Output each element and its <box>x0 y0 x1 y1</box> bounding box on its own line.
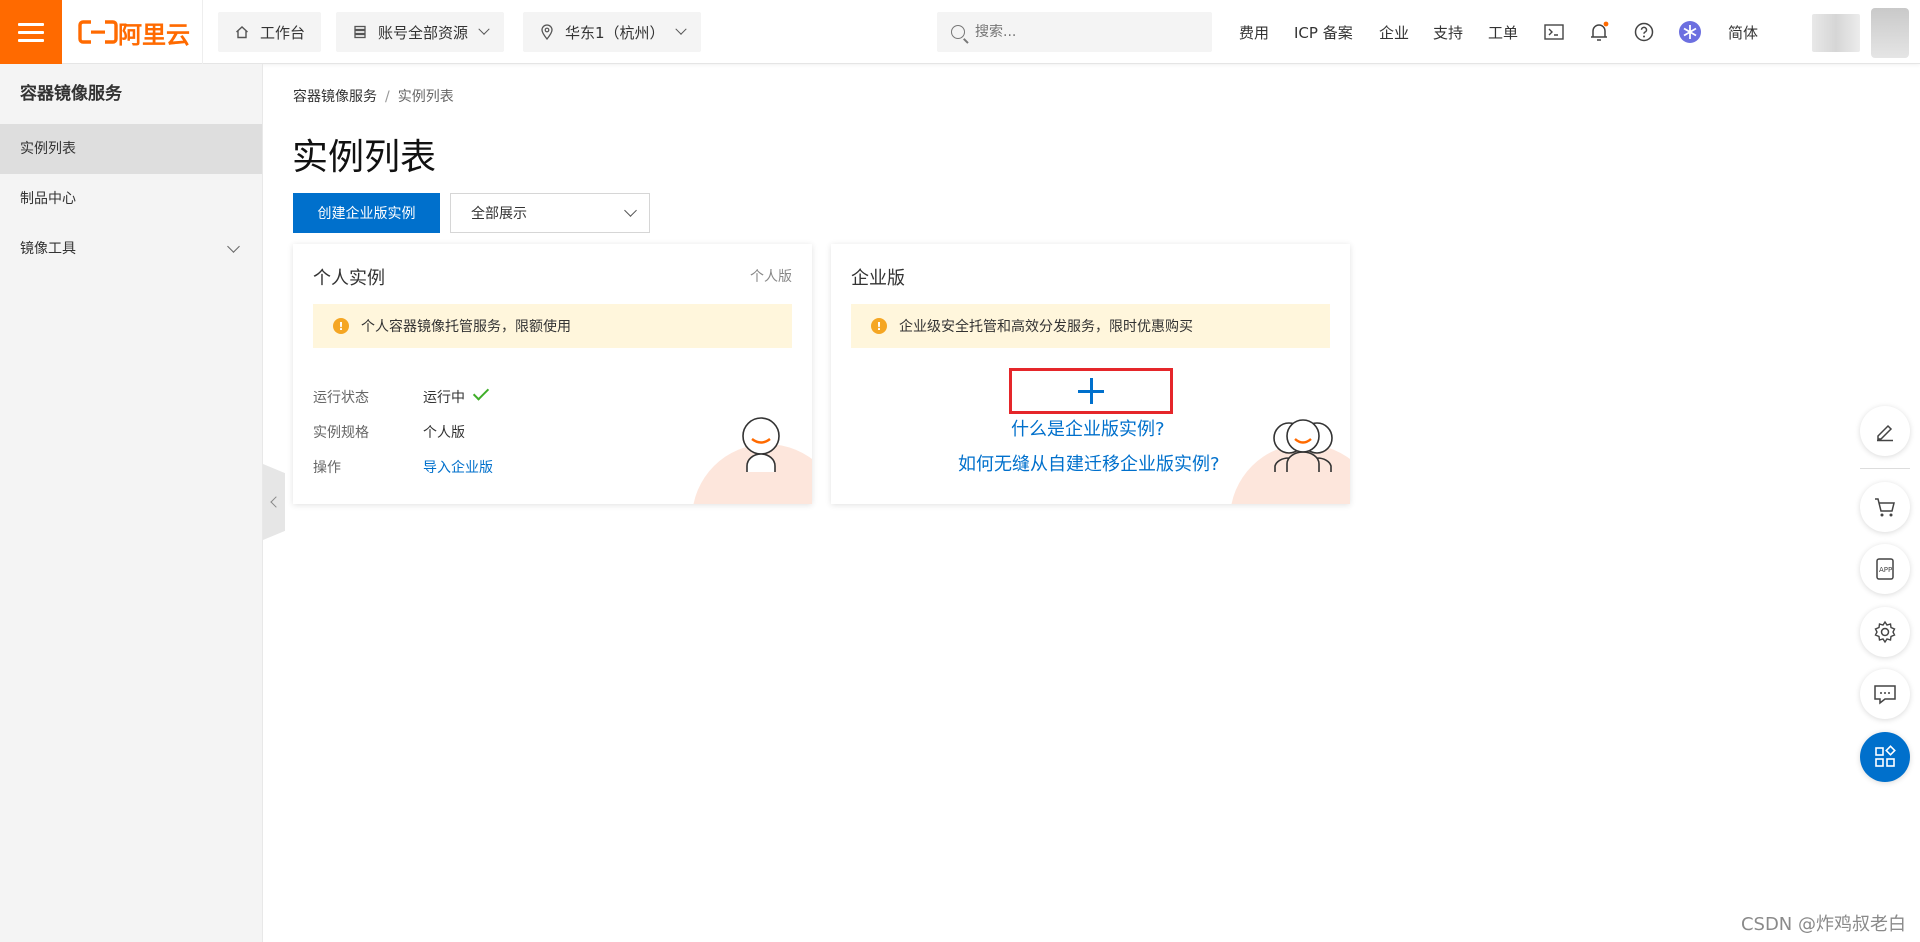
chevron-down-icon <box>227 240 240 253</box>
import-enterprise-link[interactable]: 导入企业版 <box>423 460 493 476</box>
display-filter-value: 全部展示 <box>471 206 527 222</box>
chevron-left-icon <box>270 496 282 508</box>
notice-text: 企业级安全托管和高效分发服务，限时优惠购买 <box>899 319 1193 335</box>
sidebar-item-label: 镜像工具 <box>20 241 76 257</box>
breadcrumb-separator: / <box>385 89 390 105</box>
notice-banner: ! 企业级安全托管和高效分发服务，限时优惠购买 <box>851 304 1330 348</box>
sidebar-item-image-tools[interactable]: 镜像工具 <box>0 224 262 274</box>
card-title: 个人实例 <box>313 268 385 289</box>
chevron-down-icon <box>624 204 637 217</box>
app-circle-icon[interactable] <box>1678 20 1702 44</box>
aliyun-logo-icon <box>78 20 118 44</box>
card-tag: 个人版 <box>750 269 792 285</box>
migrate-enterprise-link[interactable]: 如何无缝从自建迁移企业版实例? <box>958 450 1220 476</box>
bell-icon[interactable] <box>1587 20 1611 44</box>
link-support[interactable]: 支持 <box>1433 22 1463 43</box>
pen-icon <box>1877 424 1893 442</box>
logo-text: 阿里云 <box>118 20 190 49</box>
personal-instance-card[interactable]: 个人实例 个人版 ! 个人容器镜像托管服务，限额使用 运行状态 运行中 实例规格 个… <box>293 244 812 504</box>
avatar[interactable] <box>1871 8 1909 58</box>
watermark: CSDN @炸鸡叔老白 <box>1740 914 1906 935</box>
chevron-down-icon <box>478 23 490 35</box>
account-name-blurred[interactable] <box>1812 14 1860 52</box>
person-icon <box>742 417 780 472</box>
warning-icon: ! <box>333 318 349 334</box>
status-value: 运行中 <box>423 390 465 406</box>
action-key: 操作 <box>313 460 341 476</box>
sidebar-item-instances[interactable]: 实例列表 <box>0 124 262 174</box>
resources-label: 账号全部资源 <box>378 23 469 42</box>
breadcrumb-current: 实例列表 <box>397 89 454 105</box>
spec-row: 实例规格 个人版 <box>313 422 465 442</box>
status-key: 运行状态 <box>313 390 369 406</box>
page-title: 实例列表 <box>292 137 437 178</box>
edit-float-button[interactable] <box>1860 406 1910 456</box>
action-row: 操作 导入企业版 <box>313 457 493 477</box>
breadcrumb-root[interactable]: 容器镜像服务 <box>293 89 377 105</box>
grid-apps-icon <box>1875 745 1896 767</box>
header-divider <box>202 0 203 64</box>
feedback-float-button[interactable] <box>1860 669 1910 719</box>
search-icon <box>951 25 965 39</box>
svg-text:APP: APP <box>1879 566 1892 574</box>
float-divider <box>1860 468 1910 469</box>
group-people-icon <box>1273 419 1333 472</box>
spec-key: 实例规格 <box>313 425 369 441</box>
top-bar: 阿里云 工作台 账号全部资源 华东1（杭州） 费用 ICP 备案 企业 支持 工… <box>0 0 1920 64</box>
resources-dropdown[interactable]: 账号全部资源 <box>336 12 505 52</box>
link-billing[interactable]: 费用 <box>1239 22 1269 43</box>
plus-icon <box>1078 378 1104 404</box>
sidebar-item-label: 制品中心 <box>20 191 76 207</box>
link-ticket[interactable]: 工单 <box>1488 22 1518 43</box>
sidebar-item-label: 实例列表 <box>20 141 76 157</box>
notice-banner: ! 个人容器镜像托管服务，限额使用 <box>313 304 792 348</box>
search-input[interactable] <box>975 24 1175 40</box>
warning-icon: ! <box>871 318 887 334</box>
sidebar-item-artifact-center[interactable]: 制品中心 <box>0 174 262 224</box>
cart-icon <box>1875 498 1895 517</box>
location-pin-icon <box>539 24 555 40</box>
region-label: 华东1（杭州） <box>565 23 665 42</box>
search-box[interactable] <box>937 12 1212 52</box>
settings-float-button[interactable] <box>1860 607 1910 657</box>
gear-icon <box>1874 620 1896 644</box>
more-tools-float-button[interactable] <box>1860 732 1910 782</box>
hamburger-icon <box>18 18 44 47</box>
what-is-enterprise-link[interactable]: 什么是企业版实例? <box>1011 415 1165 441</box>
chat-icon <box>1874 685 1896 705</box>
aliyun-logo[interactable]: 阿里云 <box>78 14 190 50</box>
status-row: 运行状态 运行中 <box>313 384 490 407</box>
create-enterprise-instance-button[interactable]: 创建企业版实例 <box>293 193 440 233</box>
database-icon <box>352 24 368 40</box>
app-download-icon: APP <box>1876 558 1894 580</box>
region-dropdown[interactable]: 华东1（杭州） <box>523 12 701 52</box>
sidebar-title: 容器镜像服务 <box>20 84 122 104</box>
sidebar-collapse-handle[interactable] <box>263 464 285 540</box>
chevron-down-icon <box>674 23 687 35</box>
display-filter-select[interactable]: 全部展示 <box>450 193 650 233</box>
menu-button[interactable] <box>0 0 62 64</box>
breadcrumb: 容器镜像服务 / 实例列表 <box>293 86 454 106</box>
check-icon <box>472 384 490 401</box>
link-icp[interactable]: ICP 备案 <box>1294 22 1353 43</box>
terminal-icon[interactable] <box>1542 20 1566 44</box>
workbench-button[interactable]: 工作台 <box>218 12 322 52</box>
language-switch[interactable]: 简体 <box>1728 22 1758 43</box>
card-title: 企业版 <box>851 268 905 289</box>
home-icon <box>234 24 250 40</box>
sidebar: 容器镜像服务 实例列表 制品中心 镜像工具 <box>0 64 263 942</box>
workbench-label: 工作台 <box>260 23 306 42</box>
add-enterprise-instance-button[interactable] <box>1009 368 1173 414</box>
help-icon[interactable] <box>1632 20 1656 44</box>
link-enterprise[interactable]: 企业 <box>1379 22 1409 43</box>
app-float-button[interactable]: APP <box>1860 544 1910 594</box>
spec-value: 个人版 <box>423 425 465 441</box>
notice-text: 个人容器镜像托管服务，限额使用 <box>361 319 571 335</box>
cart-float-button[interactable] <box>1860 482 1910 532</box>
